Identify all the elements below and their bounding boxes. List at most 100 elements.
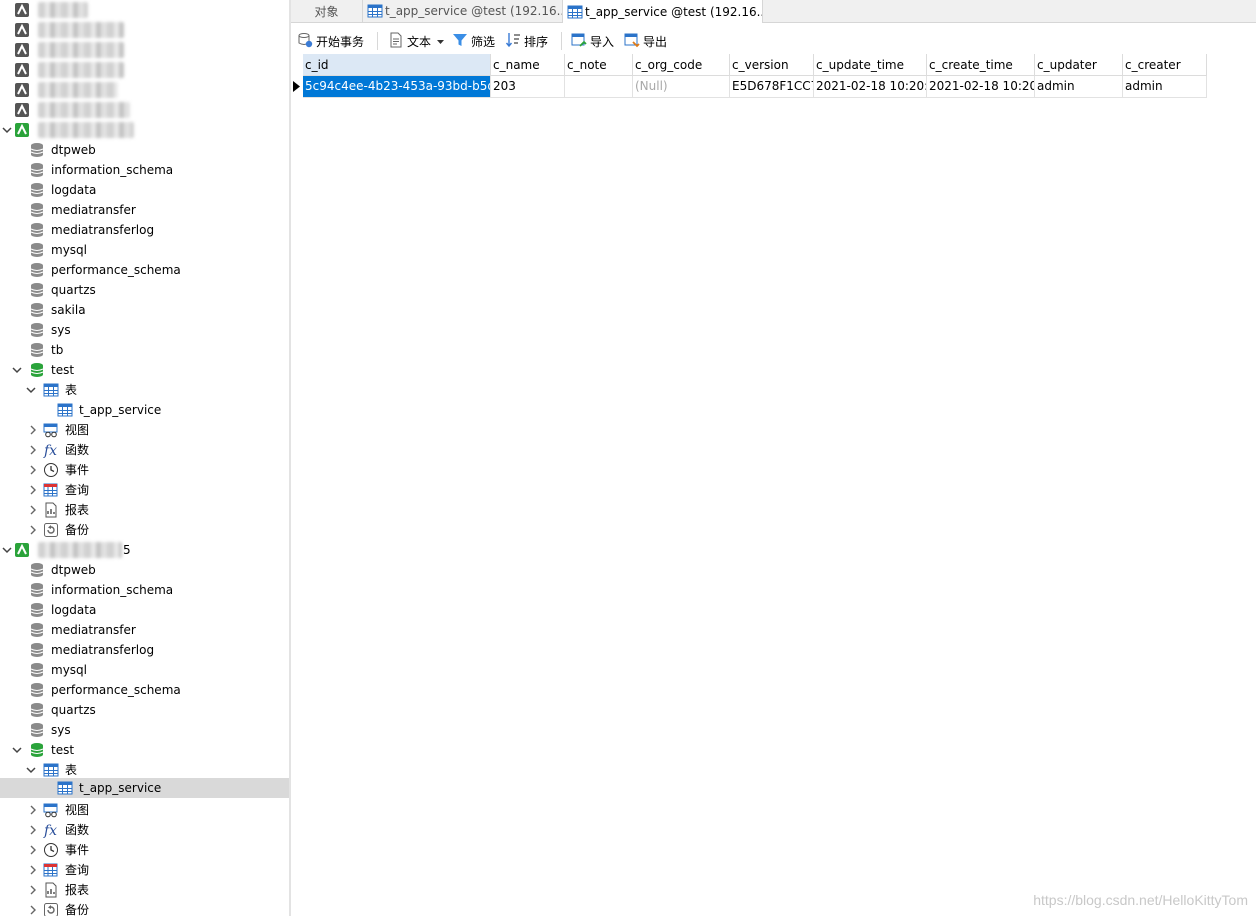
column-header-c-id[interactable]: c_id	[303, 54, 491, 76]
database-item-mediatransfer[interactable]: mediatransfer	[0, 620, 289, 640]
database-icon	[29, 162, 45, 178]
database-icon	[29, 622, 45, 638]
database-item-mediatransfer[interactable]: mediatransfer	[0, 200, 289, 220]
data-grid[interactable]: c_id c_name c_note c_org_code c_version c_upd…	[291, 54, 1256, 916]
chevron-down-icon[interactable]	[2, 125, 12, 135]
database-item-logdata[interactable]: logdata	[0, 180, 289, 200]
column-header-c-org-code[interactable]: c_org_code	[633, 54, 730, 76]
object-group-function[interactable]: fx 函数	[0, 820, 289, 840]
database-item-tb[interactable]: tb	[0, 340, 289, 360]
object-group-view[interactable]: 视图	[0, 800, 289, 820]
cell-c-version[interactable]: E5D678F1CC7	[730, 76, 814, 98]
column-header-c-updater[interactable]: c_updater	[1035, 54, 1123, 76]
backup-icon	[43, 522, 59, 538]
chevron-right-icon[interactable]	[28, 885, 38, 895]
chevron-right-icon[interactable]	[28, 465, 38, 475]
sort-button[interactable]: 排序	[505, 31, 548, 51]
column-header-c-version[interactable]: c_version	[730, 54, 814, 76]
export-button[interactable]: 导出	[624, 31, 667, 51]
connection-row-expanded[interactable]: 5	[0, 540, 289, 560]
chevron-down-icon[interactable]	[12, 745, 22, 755]
import-button[interactable]: 导入	[571, 31, 614, 51]
database-item-quartzs[interactable]: quartzs	[0, 700, 289, 720]
chevron-right-icon[interactable]	[28, 425, 38, 435]
chevron-right-icon[interactable]	[28, 845, 38, 855]
database-item-sys[interactable]: sys	[0, 720, 289, 740]
begin-transaction-button[interactable]: 开始事务	[297, 31, 364, 51]
object-group-query[interactable]: 查询	[0, 480, 289, 500]
cell-c-update-time[interactable]: 2021-02-18 10:20:5	[814, 76, 927, 98]
watermark: https://blog.csdn.net/HelloKittyTom	[1033, 892, 1248, 908]
connection-row-expanded[interactable]	[0, 120, 289, 140]
tab-t-app-service-1[interactable]: t_app_service @test (192.16...	[363, 0, 563, 22]
database-item-mediatransferlog[interactable]: mediatransferlog	[0, 640, 289, 660]
chevron-down-icon[interactable]	[26, 385, 36, 395]
column-header-c-note[interactable]: c_note	[565, 54, 633, 76]
column-header-c-create-time[interactable]: c_create_time	[927, 54, 1035, 76]
chevron-right-icon[interactable]	[28, 825, 38, 835]
connection-row[interactable]	[0, 0, 289, 20]
object-group-backup[interactable]: 备份	[0, 520, 289, 540]
object-group-event-clock[interactable]: 事件	[0, 840, 289, 860]
column-header-c-update-time[interactable]: c_update_time	[814, 54, 927, 76]
connection-row[interactable]	[0, 60, 289, 80]
database-item-information-schema[interactable]: information_schema	[0, 160, 289, 180]
database-item-performance-schema[interactable]: performance_schema	[0, 680, 289, 700]
tables-group[interactable]: 表	[0, 380, 289, 400]
database-item-mysql[interactable]: mysql	[0, 660, 289, 680]
cell-c-org-code[interactable]: (Null)	[633, 76, 730, 98]
filter-button[interactable]: 筛选	[452, 31, 495, 51]
column-header-c-name[interactable]: c_name	[491, 54, 565, 76]
cell-c-updater[interactable]: admin	[1035, 76, 1123, 98]
object-group-report[interactable]: 报表	[0, 500, 289, 520]
chevron-right-icon[interactable]	[28, 485, 38, 495]
object-group-event-clock[interactable]: 事件	[0, 460, 289, 480]
tables-group[interactable]: 表	[0, 760, 289, 780]
cell-c-note[interactable]	[565, 76, 633, 98]
chevron-right-icon[interactable]	[28, 505, 38, 515]
cell-c-id[interactable]: 5c94c4ee-4b23-453a-93bd-b5d	[303, 76, 491, 98]
database-item-sakila[interactable]: sakila	[0, 300, 289, 320]
object-group-query[interactable]: 查询	[0, 860, 289, 880]
chevron-right-icon[interactable]	[28, 525, 38, 535]
database-item-logdata[interactable]: logdata	[0, 600, 289, 620]
object-group-view[interactable]: 视图	[0, 420, 289, 440]
table-group-icon	[43, 762, 59, 778]
chevron-down-icon[interactable]	[12, 365, 22, 375]
database-label: test	[51, 743, 75, 757]
database-item-dtpweb[interactable]: dtpweb	[0, 140, 289, 160]
table-item-t-app-service-selected[interactable]: t_app_service	[0, 778, 289, 798]
database-item-mediatransferlog[interactable]: mediatransferlog	[0, 220, 289, 240]
database-item-information-schema[interactable]: information_schema	[0, 580, 289, 600]
cell-c-create-time[interactable]: 2021-02-18 10:20:	[927, 76, 1035, 98]
chevron-right-icon[interactable]	[28, 445, 38, 455]
database-item-quartzs[interactable]: quartzs	[0, 280, 289, 300]
connection-row[interactable]	[0, 20, 289, 40]
database-item-sys[interactable]: sys	[0, 320, 289, 340]
connection-row[interactable]	[0, 80, 289, 100]
connection-row[interactable]	[0, 100, 289, 120]
cell-c-creater[interactable]: admin	[1123, 76, 1207, 98]
connection-row[interactable]	[0, 40, 289, 60]
cell-c-name[interactable]: 203	[491, 76, 565, 98]
text-view-label: 文本	[407, 34, 432, 49]
table-item-t-app-service[interactable]: t_app_service	[0, 400, 289, 420]
database-test[interactable]: test	[0, 740, 289, 760]
text-view-dropdown[interactable]: 文本	[388, 31, 445, 51]
tab-t-app-service-2-active[interactable]: t_app_service @test (192.16...	[563, 0, 763, 23]
chevron-down-icon[interactable]	[26, 765, 36, 775]
object-group-backup[interactable]: 备份	[0, 900, 289, 916]
chevron-down-icon[interactable]	[2, 545, 12, 555]
database-item-mysql[interactable]: mysql	[0, 240, 289, 260]
database-item-performance-schema[interactable]: performance_schema	[0, 260, 289, 280]
database-test[interactable]: test	[0, 360, 289, 380]
column-header-c-creater[interactable]: c_creater	[1123, 54, 1207, 76]
chevron-right-icon[interactable]	[28, 865, 38, 875]
chevron-right-icon[interactable]	[28, 905, 38, 915]
database-label: sys	[51, 723, 71, 737]
object-group-function[interactable]: fx 函数	[0, 440, 289, 460]
tab-objects[interactable]: 对象	[291, 0, 363, 22]
chevron-right-icon[interactable]	[28, 805, 38, 815]
database-item-dtpweb[interactable]: dtpweb	[0, 560, 289, 580]
object-group-report[interactable]: 报表	[0, 880, 289, 900]
